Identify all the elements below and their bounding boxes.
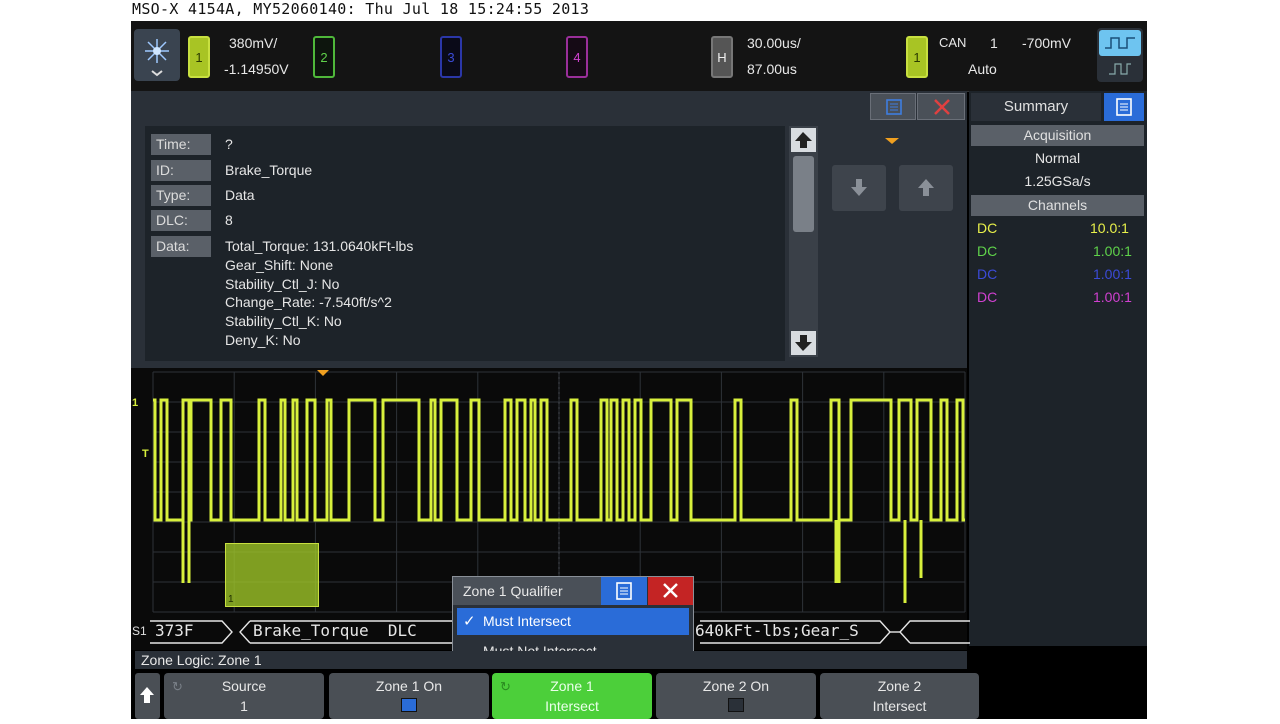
trigger-type: CAN (939, 35, 967, 50)
screen-icon (1099, 30, 1141, 56)
ch1-scale: 380mV/ (229, 35, 278, 51)
chevron-down-icon (151, 70, 163, 77)
agilent-spark-icon (145, 39, 169, 77)
data-label: Data: (151, 236, 211, 257)
trigger-number: 1 (990, 35, 998, 51)
scroll-up-button[interactable] (791, 128, 816, 152)
ch4-coupling: DC (977, 289, 998, 305)
trigger-mode: Auto (968, 61, 997, 77)
trigger-level: -700mV (1022, 35, 1072, 51)
zone-2-on-softkey[interactable]: Zone 2 On (656, 673, 816, 719)
sample-rate: 1.25GSa/s (1024, 173, 1091, 189)
qualifier-close-button[interactable] (648, 577, 693, 605)
type-value: Data (225, 187, 255, 203)
zone-1-box[interactable]: 1 (225, 543, 319, 607)
acquisition-mode: Normal (1034, 150, 1081, 166)
data-line: Stability_Ctl_K: No (225, 313, 342, 329)
data-line: Gear_Shift: None (225, 257, 334, 273)
zone-2-on-checkbox (728, 698, 744, 712)
dlc-value: 8 (225, 212, 233, 228)
channel-2-key[interactable]: 2 (313, 36, 335, 78)
display-mode-button[interactable] (1097, 28, 1143, 82)
horizontal-scale: 30.00us/ (747, 35, 801, 51)
horizontal-key[interactable]: H (711, 36, 733, 78)
menu-icon (1116, 98, 1132, 116)
trigger-level-marker: T (142, 448, 149, 460)
qualifier-menu-button[interactable] (601, 577, 647, 605)
next-frame-button[interactable] (832, 165, 886, 211)
close-icon (663, 583, 678, 598)
panel-close-button[interactable] (917, 93, 965, 120)
time-label: Time: (151, 134, 211, 155)
bus-segment-name: Brake_Torque DLC (253, 621, 417, 640)
arrow-up-icon (918, 179, 934, 196)
arrow-down-icon (851, 179, 867, 196)
id-label: ID: (151, 160, 211, 181)
close-icon (934, 99, 950, 115)
channel-3-key[interactable]: 3 (440, 36, 462, 78)
zone-2-intersect-softkey[interactable]: Zone 2 Intersect (820, 673, 979, 719)
acquisition-header: Acquisition (971, 125, 1144, 146)
trigger-position-marker-icon (317, 370, 329, 376)
agilent-logo-button[interactable] (134, 29, 180, 81)
channel-1-key[interactable]: 1 (188, 36, 210, 78)
bus-segment-id: 373F (155, 621, 194, 640)
data-line: Change_Rate: -7.540ft/s^2 (225, 294, 392, 310)
ch1-offset: -1.14950V (224, 61, 289, 77)
ch3-probe: 1.00:1 (1093, 266, 1132, 282)
channels-header: Channels (971, 195, 1144, 216)
waveform-icon (1109, 63, 1131, 75)
previous-frame-button[interactable] (899, 165, 953, 211)
id-value: Brake_Torque (225, 162, 313, 178)
entry-knob-icon: ↻ (500, 679, 511, 694)
type-label: Type: (151, 185, 211, 206)
data-value: Total_Torque: 131.0640kFt-lbs (225, 238, 414, 254)
arrow-up-icon (140, 687, 154, 703)
ch1-coupling: DC (977, 220, 998, 236)
panel-menu-button[interactable] (870, 93, 916, 120)
back-button[interactable] (135, 673, 160, 719)
ch3-coupling: DC (977, 266, 998, 282)
trigger-source-key[interactable]: 1 (906, 36, 928, 78)
qualifier-title: Zone 1 Qualifier (453, 577, 601, 605)
data-line: Stability_Ctl_J: No (225, 276, 340, 292)
scroll-thumb[interactable] (793, 156, 814, 232)
channel-4-key[interactable]: 4 (566, 36, 588, 78)
checkmark-icon: ✓ (463, 613, 476, 630)
instrument-header: MSO-X 4154A, MY52060140: Thu Jul 18 15:2… (132, 0, 590, 18)
arrow-down-icon (795, 335, 812, 351)
zone-1-intersect-softkey[interactable]: ↻ Zone 1 Intersect (492, 673, 652, 719)
menu-icon (886, 99, 902, 115)
horizontal-delay: 87.00us (747, 61, 797, 77)
summary-menu-button[interactable] (1104, 93, 1144, 121)
zone-1-on-softkey[interactable]: Zone 1 On (329, 673, 489, 719)
scroll-down-button[interactable] (791, 331, 816, 355)
ch2-coupling: DC (977, 243, 998, 259)
ch1-probe: 10.0:1 (1090, 220, 1129, 236)
summary-tab[interactable]: Summary (971, 93, 1101, 121)
bus-segment-data: 640kFt-lbs;Gear_S (695, 621, 859, 640)
menu-icon (616, 582, 632, 600)
arrow-up-icon (795, 132, 812, 148)
decode-scrollbar[interactable] (789, 126, 818, 357)
ch4-probe: 1.00:1 (1093, 289, 1132, 305)
ch1-ground-marker: 1 (132, 397, 139, 409)
dlc-label: DLC: (151, 210, 211, 231)
ch2-probe: 1.00:1 (1093, 243, 1132, 259)
time-value: ? (225, 136, 233, 152)
source-softkey[interactable]: ↻ Source 1 (164, 673, 324, 719)
must-intersect-option[interactable]: ✓ Must Intersect (457, 608, 689, 635)
data-line: Deny_K: No (225, 332, 301, 348)
zone-logic-status: Zone Logic: Zone 1 (135, 651, 967, 669)
entry-knob-icon: ↻ (172, 679, 183, 694)
frame-marker-icon (885, 138, 899, 144)
zone-1-on-checkbox (401, 698, 417, 712)
